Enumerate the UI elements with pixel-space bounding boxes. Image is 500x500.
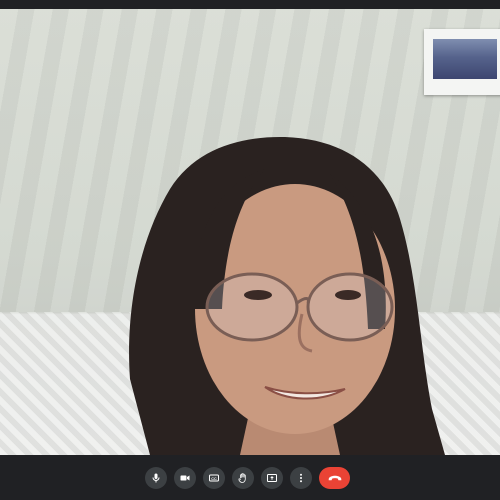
captions-glyph: CC bbox=[211, 477, 217, 481]
top-bar bbox=[0, 0, 500, 9]
present-screen-icon bbox=[267, 474, 277, 482]
microphone-icon bbox=[152, 473, 160, 483]
camera-button[interactable] bbox=[174, 467, 196, 489]
raise-hand-button[interactable] bbox=[232, 467, 254, 489]
more-vert-icon bbox=[300, 473, 302, 483]
hand-icon bbox=[238, 473, 246, 483]
captions-button[interactable]: CC bbox=[203, 467, 225, 489]
participant-video bbox=[0, 9, 500, 455]
leave-call-button[interactable] bbox=[319, 467, 350, 489]
more-options-button[interactable] bbox=[290, 467, 312, 489]
microphone-button[interactable] bbox=[145, 467, 167, 489]
closed-captions-icon: CC bbox=[209, 474, 219, 482]
participant-figure bbox=[129, 136, 446, 455]
end-call-icon bbox=[328, 475, 341, 481]
present-screen-button[interactable] bbox=[261, 467, 283, 489]
call-controls-bar: CC bbox=[0, 455, 500, 500]
video-camera-icon bbox=[180, 475, 190, 481]
